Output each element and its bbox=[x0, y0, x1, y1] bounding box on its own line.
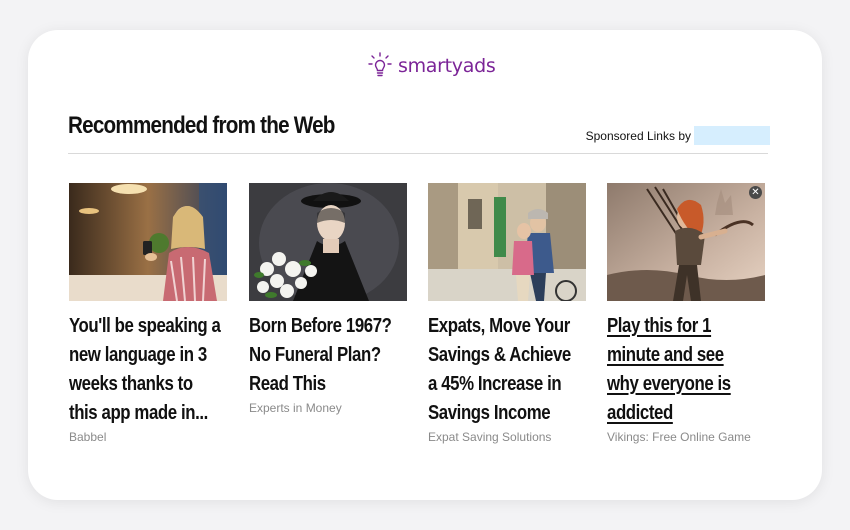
divider bbox=[68, 153, 768, 154]
sponsor-logo-placeholder[interactable] bbox=[694, 126, 770, 145]
woman-with-flowers-photo[interactable] bbox=[249, 183, 407, 301]
item-source: Expat Saving Solutions bbox=[428, 430, 552, 444]
brand-name: smartyads bbox=[398, 55, 496, 77]
item-source: Vikings: Free Online Game bbox=[607, 430, 751, 444]
woman-with-phone-photo[interactable] bbox=[69, 183, 227, 301]
ad-widget-card: smartyads Recommended from the Web Spons… bbox=[28, 30, 822, 500]
item-source: Babbel bbox=[69, 430, 107, 444]
lightbulb-icon bbox=[368, 52, 392, 77]
item-title[interactable]: You'll be speaking a new language in 3 w… bbox=[69, 311, 233, 427]
archer-game-art[interactable]: ✕ bbox=[607, 183, 765, 301]
recommendation-item[interactable]: ✕ Play this for 1 minute and see why eve… bbox=[607, 183, 765, 444]
item-title[interactable]: Born Before 1967? No Funeral Plan? Read … bbox=[249, 311, 413, 398]
item-title[interactable]: Expats, Move Your Savings & Achieve a 45… bbox=[428, 311, 592, 427]
item-source: Experts in Money bbox=[249, 401, 342, 415]
recommendation-item[interactable]: You'll be speaking a new language in 3 w… bbox=[69, 183, 227, 444]
widget-heading: Recommended from the Web bbox=[68, 112, 335, 139]
recommendation-list: You'll be speaking a new language in 3 w… bbox=[69, 183, 769, 473]
recommendation-item[interactable]: Expats, Move Your Savings & Achieve a 45… bbox=[428, 183, 586, 444]
sponsored-label: Sponsored Links by bbox=[585, 128, 691, 143]
couple-on-street-photo[interactable] bbox=[428, 183, 586, 301]
close-icon[interactable]: ✕ bbox=[749, 186, 762, 199]
recommendation-item[interactable]: Born Before 1967? No Funeral Plan? Read … bbox=[249, 183, 407, 415]
item-title[interactable]: Play this for 1 minute and see why every… bbox=[607, 311, 771, 427]
sponsored-links[interactable]: Sponsored Links by bbox=[586, 126, 770, 145]
brand-logo[interactable]: smartyads bbox=[366, 50, 496, 82]
